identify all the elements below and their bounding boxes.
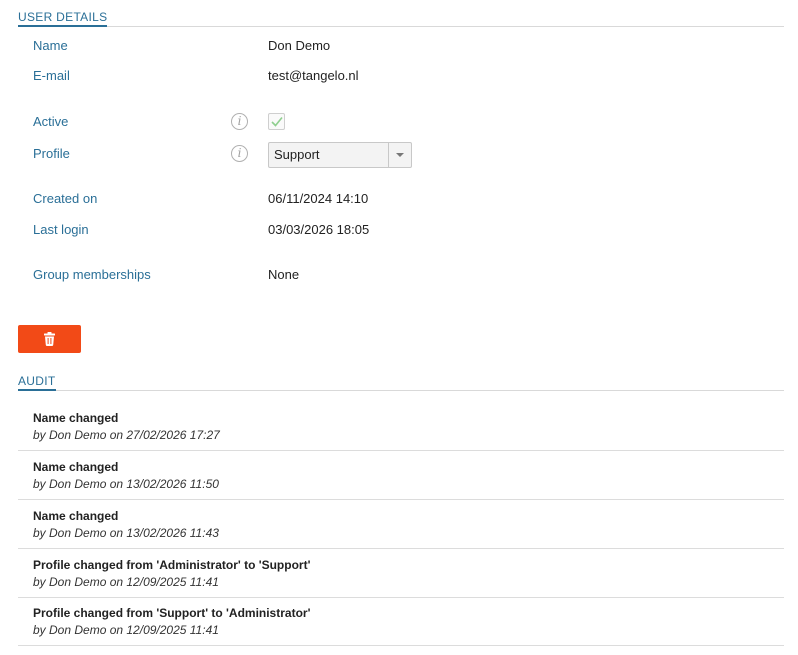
created-label: Created on (33, 191, 98, 206)
last-login-label: Last login (33, 222, 89, 237)
active-row: Active i (0, 112, 798, 132)
audit-item: Name changed by Don Demo on 13/02/2026 1… (18, 500, 784, 549)
trash-icon (44, 332, 55, 346)
groups-value: None (268, 267, 300, 282)
audit-header: AUDIT (18, 373, 784, 391)
email-label: E-mail (33, 68, 70, 83)
groups-label: Group memberships (33, 267, 151, 282)
created-row: Created on 06/11/2024 14:10 (0, 189, 798, 209)
audit-item-meta: by Don Demo on 27/02/2026 17:27 (33, 428, 220, 442)
profile-info-icon[interactable]: i (231, 145, 248, 162)
profile-select-value: Support (274, 147, 320, 162)
audit-item: Profile changed from 'Administrator' to … (18, 549, 784, 598)
audit-item-meta: by Don Demo on 13/02/2026 11:43 (33, 526, 219, 540)
audit-item-title: Name changed (33, 411, 119, 425)
last-login-row: Last login 03/03/2026 18:05 (0, 220, 798, 240)
delete-user-button[interactable] (18, 325, 81, 353)
email-value: test@tangelo.nl (268, 68, 359, 83)
audit-item-title: Name changed (33, 460, 119, 474)
name-label: Name (33, 38, 68, 53)
audit-item: Name changed by Don Demo on 13/02/2026 1… (18, 451, 784, 500)
audit-item-title: Profile changed from 'Support' to 'Admin… (33, 606, 311, 620)
audit-item-meta: by Don Demo on 12/09/2025 11:41 (33, 575, 219, 589)
profile-label: Profile (33, 146, 70, 161)
audit-item: Profile changed from 'Support' to 'Admin… (18, 597, 784, 646)
audit-item: Name changed by Don Demo on 27/02/2026 1… (18, 402, 784, 451)
active-checkbox[interactable] (268, 113, 285, 130)
name-value: Don Demo (268, 38, 331, 53)
chevron-down-icon[interactable] (388, 143, 411, 167)
user-details-header: USER DETAILS (18, 9, 784, 27)
audit-item-title: Name changed (33, 509, 119, 523)
user-details-title: USER DETAILS (18, 10, 108, 27)
checkmark-icon (271, 116, 283, 127)
profile-row: Profile i Support (0, 142, 798, 168)
profile-select[interactable]: Support (268, 142, 412, 168)
name-row: Name Don Demo (0, 36, 798, 56)
audit-item-meta: by Don Demo on 13/02/2026 11:50 (33, 477, 219, 491)
audit-item-title: Profile changed from 'Administrator' to … (33, 558, 311, 572)
last-login-value: 03/03/2026 18:05 (268, 222, 370, 237)
email-row: E-mail test@tangelo.nl (0, 66, 798, 86)
active-label: Active (33, 114, 69, 129)
groups-row: Group memberships None (0, 265, 798, 285)
created-value: 06/11/2024 14:10 (268, 191, 369, 206)
active-info-icon[interactable]: i (231, 113, 248, 130)
audit-item-meta: by Don Demo on 12/09/2025 11:41 (33, 623, 219, 637)
audit-title: AUDIT (18, 374, 56, 391)
